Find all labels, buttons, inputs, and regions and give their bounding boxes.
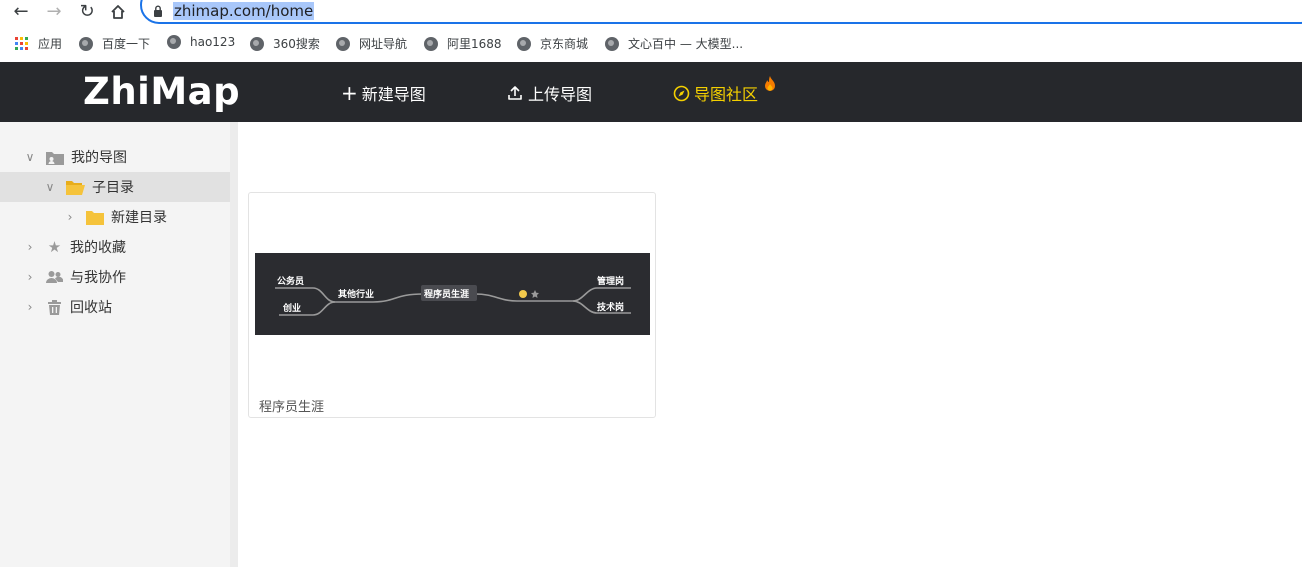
chevron-right-icon[interactable]: › xyxy=(63,210,77,224)
trash-icon xyxy=(48,299,61,315)
chevron-right-icon[interactable]: › xyxy=(23,270,37,284)
mindmap-center-node: 程序员生涯 xyxy=(424,290,470,300)
fire-icon xyxy=(765,76,775,91)
sidebar-item-label: 我的收藏 xyxy=(70,240,126,256)
mindmap-card[interactable]: 程序员生涯 其他行业 公务员 创业 管理岗 技术岗 程序员生涯 xyxy=(248,192,656,418)
open-folder-icon xyxy=(66,180,85,195)
browser-toolbar: ← → ↻ zhimap.com/home xyxy=(0,0,1302,26)
sidebar-item-label: 新建目录 xyxy=(111,210,167,226)
globe-icon xyxy=(517,36,531,51)
sidebar-item-favorites[interactable]: › ★ 我的收藏 xyxy=(0,232,230,262)
chevron-right-icon[interactable]: › xyxy=(23,240,37,254)
chevron-right-icon[interactable]: › xyxy=(23,300,37,314)
mindmap-leaf-node: 技术岗 xyxy=(597,303,625,313)
bookmark-label: 阿里1688 xyxy=(447,37,502,51)
globe-icon xyxy=(424,36,438,51)
bookmarks-bar: 应用 百度一下 hao123 360搜索 网址导航 阿里1688 京东商城 文心… xyxy=(0,30,1302,58)
mindmap-leaf-node: 管理岗 xyxy=(597,277,625,287)
new-map-button[interactable]: + 新建导图 xyxy=(341,81,426,105)
bookmark-baidu[interactable]: 百度一下 xyxy=(79,35,150,52)
bookmark-label: 百度一下 xyxy=(102,37,151,51)
zhimap-logo[interactable]: ZhiMap xyxy=(83,70,240,113)
bookmark-jd[interactable]: 京东商城 xyxy=(517,35,588,52)
globe-icon xyxy=(250,36,264,51)
bookmark-label: 文心百中 — 大模型... xyxy=(628,37,744,51)
sidebar-item-collaboration[interactable]: › 与我协作 xyxy=(0,262,230,292)
sidebar-item-new-folder[interactable]: › 新建目录 xyxy=(0,202,230,232)
bookmark-label: hao123 xyxy=(190,35,236,49)
upload-map-label: 上传导图 xyxy=(528,85,593,104)
bookmark-url-nav[interactable]: 网址导航 xyxy=(336,35,407,52)
user-folder-icon xyxy=(46,151,64,165)
bookmark-360[interactable]: 360搜索 xyxy=(250,35,320,52)
apps-grid-icon xyxy=(15,36,29,51)
address-bar[interactable] xyxy=(140,0,1302,24)
new-map-label: 新建导图 xyxy=(361,85,426,104)
bookmark-label: 应用 xyxy=(38,37,63,51)
chevron-down-icon[interactable]: ∨ xyxy=(23,150,37,164)
bookmark-label: 京东商城 xyxy=(540,37,589,51)
bookmark-1688[interactable]: 阿里1688 xyxy=(424,35,502,52)
home-icon[interactable] xyxy=(106,0,130,24)
mindmap-thumbnail[interactable]: 程序员生涯 其他行业 公务员 创业 管理岗 技术岗 xyxy=(255,253,650,335)
globe-icon xyxy=(336,36,350,51)
star-icon: ★ xyxy=(47,238,62,256)
sidebar-item-subfolder[interactable]: ∨ 子目录 xyxy=(0,172,230,202)
mindmap-leaf-node: 创业 xyxy=(283,304,302,314)
map-community-link[interactable]: 导图社区 xyxy=(673,81,758,105)
bookmark-wenxin[interactable]: 文心百中 — 大模型... xyxy=(605,35,743,52)
bookmark-label: 网址导航 xyxy=(359,37,408,51)
globe-icon xyxy=(167,35,181,49)
globe-icon xyxy=(605,36,619,51)
forward-arrow-icon[interactable]: → xyxy=(42,0,66,24)
sidebar-item-label: 回收站 xyxy=(70,300,112,316)
mindmap-card-title[interactable]: 程序员生涯 xyxy=(259,396,324,415)
plus-icon: + xyxy=(341,81,358,105)
sidebar-item-label: 与我协作 xyxy=(70,270,126,286)
back-arrow-icon[interactable]: ← xyxy=(9,0,33,24)
mindmap-branch-node: 其他行业 xyxy=(338,290,375,300)
reload-icon[interactable]: ↻ xyxy=(75,0,99,24)
compass-icon xyxy=(673,85,690,101)
bookmark-apps[interactable]: 应用 xyxy=(15,35,62,52)
users-icon xyxy=(46,271,63,283)
sidebar-item-label: 我的导图 xyxy=(71,150,127,166)
sidebar-scrollbar[interactable] xyxy=(230,122,238,567)
lock-icon xyxy=(154,5,162,17)
folder-icon xyxy=(86,210,104,225)
map-community-label: 导图社区 xyxy=(694,85,759,104)
sidebar-item-trash[interactable]: › 回收站 xyxy=(0,292,230,322)
globe-icon xyxy=(79,36,93,51)
bookmark-hao123[interactable]: hao123 xyxy=(167,35,235,49)
url-text[interactable]: zhimap.com/home xyxy=(173,2,315,20)
sidebar-item-my-maps[interactable]: ∨ 我的导图 xyxy=(0,142,230,172)
upload-map-button[interactable]: 上传导图 xyxy=(506,81,592,105)
upload-icon xyxy=(508,86,522,100)
app-header: ZhiMap + 新建导图 上传导图 导图社区 xyxy=(0,62,1302,122)
sidebar-item-label: 子目录 xyxy=(92,180,134,196)
bookmark-label: 360搜索 xyxy=(273,37,320,51)
chevron-down-icon[interactable]: ∨ xyxy=(43,180,57,194)
sidebar: ∨ 我的导图 ∨ 子目录 › 新建目录 › ★ 我的收藏 › 与我协作 › 回收… xyxy=(0,122,230,567)
mindmap-leaf-node: 公务员 xyxy=(277,277,305,287)
